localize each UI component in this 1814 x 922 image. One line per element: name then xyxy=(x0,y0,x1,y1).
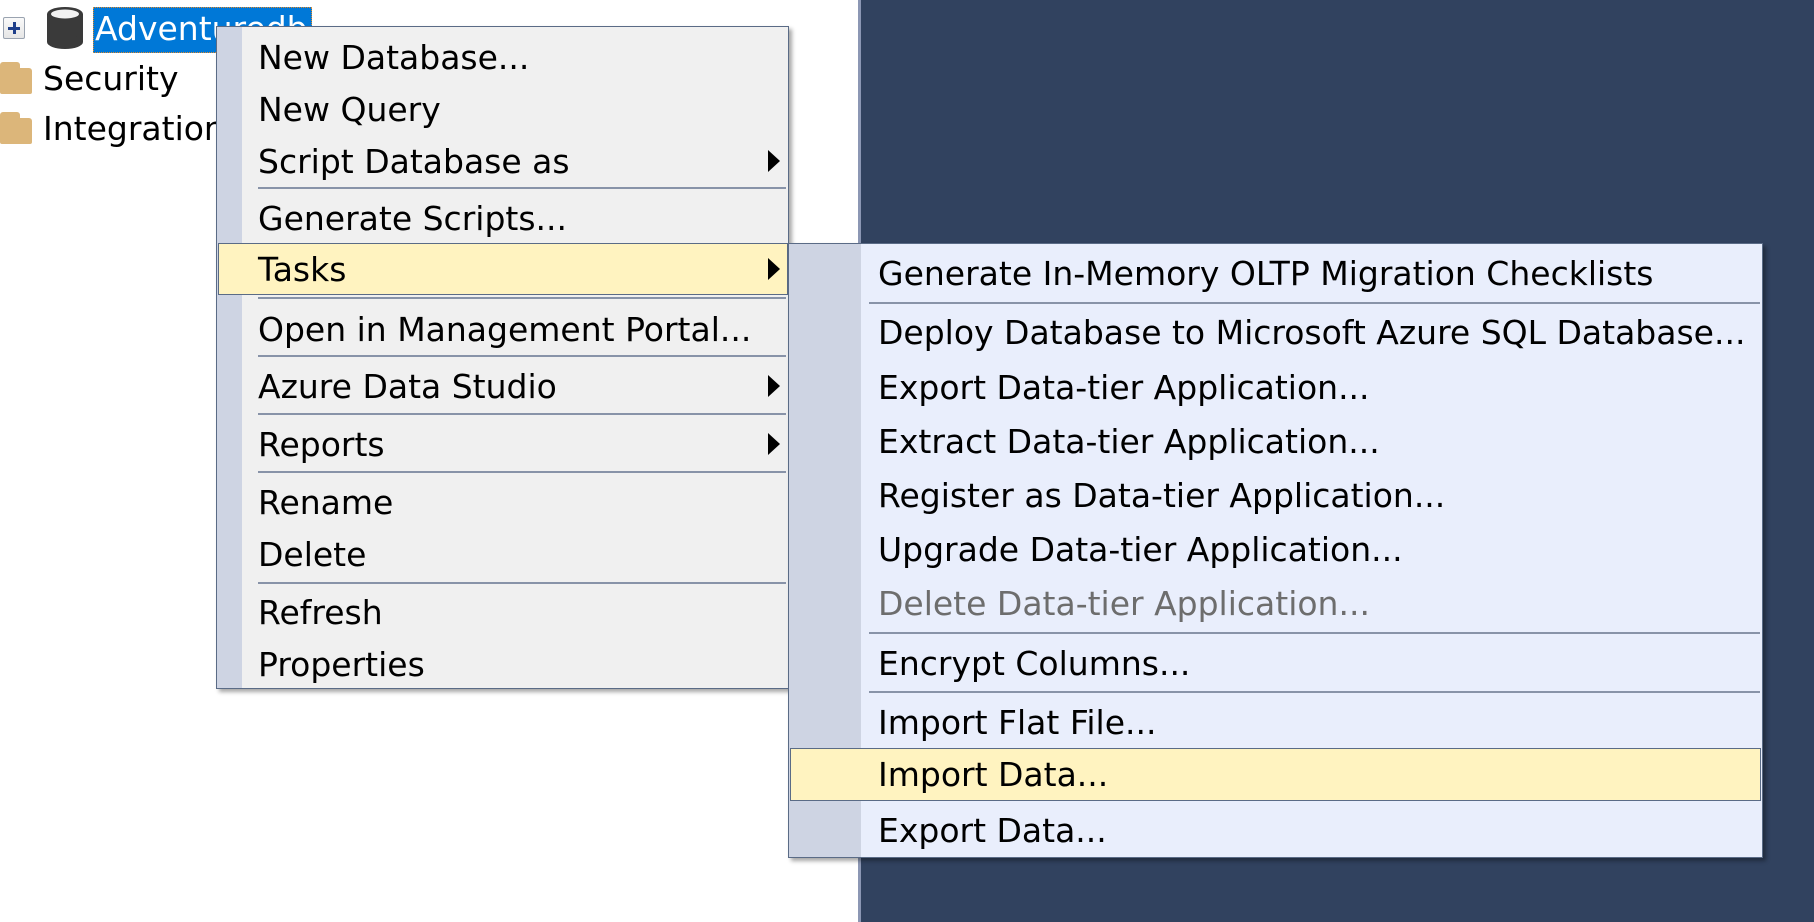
submenu-arrow-icon xyxy=(768,375,780,397)
menu-item-encrypt-columns[interactable]: Encrypt Columns... xyxy=(789,637,1762,690)
menu-item-label: Azure Data Studio xyxy=(258,366,557,406)
menu-item-label: Delete xyxy=(258,534,367,574)
submenu-arrow-icon xyxy=(768,150,780,172)
menu-item-label: Upgrade Data-tier Application... xyxy=(878,530,1403,569)
menu-item-label: Import Flat File... xyxy=(878,703,1157,742)
menu-item-label: Export Data-tier Application... xyxy=(878,368,1370,407)
menu-item-label: Import Data... xyxy=(878,755,1109,794)
submenu-arrow-icon xyxy=(768,433,780,455)
tree-node-label: Security xyxy=(43,59,179,98)
menu-separator xyxy=(258,355,786,357)
menu-item-open-in-management-portal[interactable]: Open in Management Portal... xyxy=(217,303,788,355)
menu-item-export-data[interactable]: Export Data... xyxy=(789,804,1762,857)
menu-separator xyxy=(258,582,786,584)
menu-item-label: Extract Data-tier Application... xyxy=(878,422,1380,461)
menu-separator xyxy=(869,302,1760,304)
menu-separator xyxy=(869,632,1760,634)
menu-separator xyxy=(258,413,786,415)
menu-item-upgrade-data-tier[interactable]: Upgrade Data-tier Application... xyxy=(789,523,1762,576)
menu-item-extract-data-tier[interactable]: Extract Data-tier Application... xyxy=(789,415,1762,468)
menu-item-delete-data-tier: Delete Data-tier Application... xyxy=(789,577,1762,630)
menu-item-label: Generate In-Memory OLTP Migration Checkl… xyxy=(878,254,1654,293)
menu-item-tasks[interactable]: Tasks xyxy=(218,243,788,295)
tree-node-security[interactable]: Security xyxy=(0,56,216,102)
expand-plus-icon[interactable] xyxy=(3,17,25,39)
menu-item-register-data-tier[interactable]: Register as Data-tier Application... xyxy=(789,469,1762,522)
menu-item-label: Deploy Database to Microsoft Azure SQL D… xyxy=(878,313,1746,352)
menu-item-rename[interactable]: Rename xyxy=(217,476,788,528)
menu-item-generate-oltp-checklists[interactable]: Generate In-Memory OLTP Migration Checkl… xyxy=(789,247,1762,300)
folder-icon xyxy=(0,112,34,146)
tree-node-integration[interactable]: Integration xyxy=(0,106,225,152)
tree-node-label: Integration xyxy=(43,109,225,148)
menu-item-label: Export Data... xyxy=(878,811,1107,850)
folder-icon xyxy=(0,62,34,96)
menu-item-new-database[interactable]: New Database... xyxy=(217,31,788,83)
menu-item-refresh[interactable]: Refresh xyxy=(217,586,788,638)
menu-item-script-database-as[interactable]: Script Database as xyxy=(217,135,788,187)
menu-item-label: New Database... xyxy=(258,37,530,77)
menu-item-new-query[interactable]: New Query xyxy=(217,83,788,135)
menu-item-import-data[interactable]: Import Data... xyxy=(790,748,1761,801)
menu-item-delete[interactable]: Delete xyxy=(217,528,788,580)
menu-item-label: Register as Data-tier Application... xyxy=(878,476,1446,515)
context-menu: New Database... New Query Script Databas… xyxy=(216,26,789,689)
menu-item-reports[interactable]: Reports xyxy=(217,418,788,470)
tasks-submenu: Generate In-Memory OLTP Migration Checkl… xyxy=(788,243,1763,858)
menu-item-properties[interactable]: Properties xyxy=(217,638,788,690)
submenu-arrow-icon xyxy=(768,258,780,280)
menu-item-label: Reports xyxy=(258,424,385,464)
menu-item-label: Tasks xyxy=(258,249,347,289)
menu-item-label: Script Database as xyxy=(258,141,570,181)
database-icon xyxy=(47,7,83,49)
menu-item-label: Encrypt Columns... xyxy=(878,644,1191,683)
menu-item-export-data-tier[interactable]: Export Data-tier Application... xyxy=(789,361,1762,414)
menu-item-deploy-to-azure[interactable]: Deploy Database to Microsoft Azure SQL D… xyxy=(789,306,1762,359)
menu-item-label: Refresh xyxy=(258,592,383,632)
menu-item-azure-data-studio[interactable]: Azure Data Studio xyxy=(217,360,788,412)
menu-item-label: Properties xyxy=(258,644,425,684)
menu-separator xyxy=(869,691,1760,693)
menu-item-label: Rename xyxy=(258,482,394,522)
menu-item-label: Generate Scripts... xyxy=(258,198,567,238)
menu-item-label: Open in Management Portal... xyxy=(258,309,752,349)
menu-separator xyxy=(258,187,786,189)
menu-item-import-flat-file[interactable]: Import Flat File... xyxy=(789,696,1762,749)
menu-separator xyxy=(258,297,786,299)
menu-item-generate-scripts[interactable]: Generate Scripts... xyxy=(217,192,788,244)
menu-item-label: Delete Data-tier Application... xyxy=(878,584,1370,623)
menu-separator xyxy=(258,471,786,473)
menu-item-label: New Query xyxy=(258,89,441,129)
